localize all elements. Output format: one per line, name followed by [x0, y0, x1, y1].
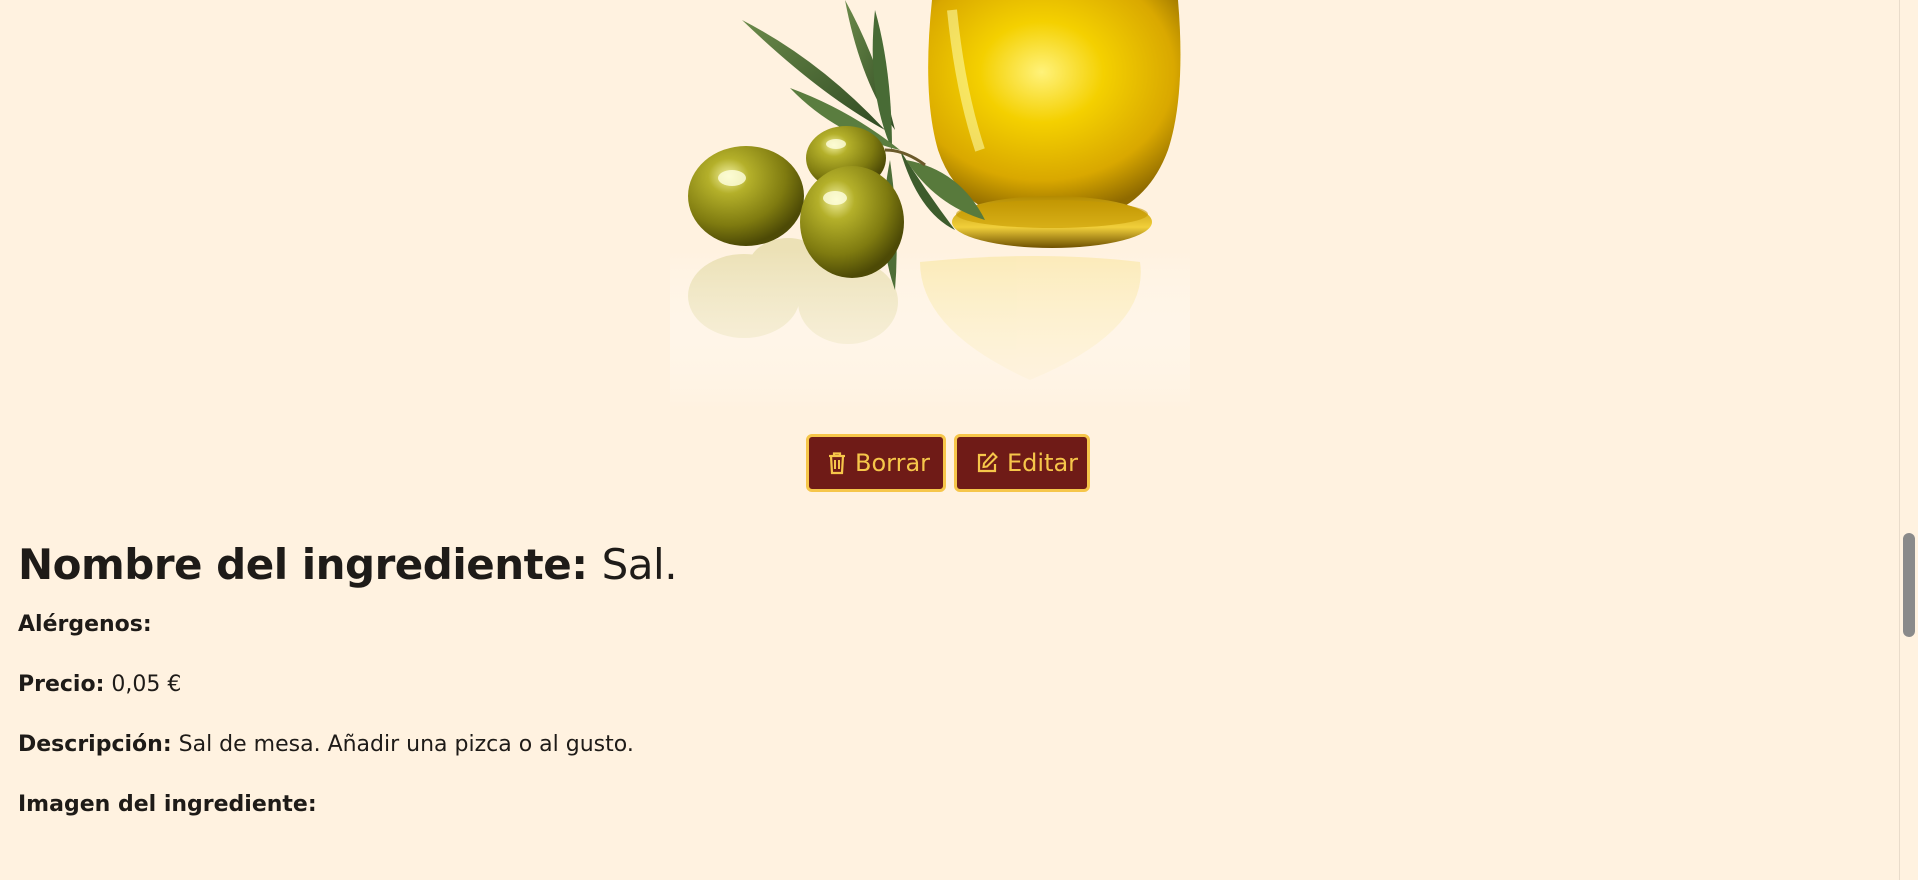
ingredient-name-label: Nombre del ingrediente:: [18, 540, 588, 589]
scrollbar-thumb[interactable]: [1903, 533, 1915, 637]
trash-icon: [827, 451, 847, 475]
edit-label: Editar: [1007, 449, 1079, 477]
image-row: Imagen del ingrediente:: [18, 792, 317, 818]
ingredient-details: Nombre del ingrediente: Sal. Alérgenos: …: [18, 540, 1218, 817]
ingredient-name-value: Sal.: [601, 540, 678, 589]
action-buttons: Borrar Editar: [806, 434, 1090, 492]
price-label: Precio:: [18, 672, 105, 697]
edit-button[interactable]: Editar: [954, 434, 1090, 492]
price-row: Precio: 0,05 €: [18, 672, 181, 698]
image-label: Imagen del ingrediente:: [18, 792, 317, 817]
vertical-scrollbar[interactable]: [1899, 0, 1918, 880]
allergens-label: Alérgenos:: [18, 612, 152, 637]
ingredient-image: [670, 0, 1190, 410]
ingredient-title: Nombre del ingrediente: Sal.: [18, 540, 1218, 590]
delete-label: Borrar: [855, 449, 931, 477]
description-label: Descripción:: [18, 732, 172, 757]
description-row: Descripción: Sal de mesa. Añadir una piz…: [18, 732, 634, 758]
delete-button[interactable]: Borrar: [806, 434, 946, 492]
allergens-row: Alérgenos:: [18, 612, 152, 638]
edit-icon: [975, 451, 999, 475]
price-value: 0,05 €: [111, 672, 182, 697]
description-value: Sal de mesa. Añadir una pizca o al gusto…: [178, 732, 634, 757]
